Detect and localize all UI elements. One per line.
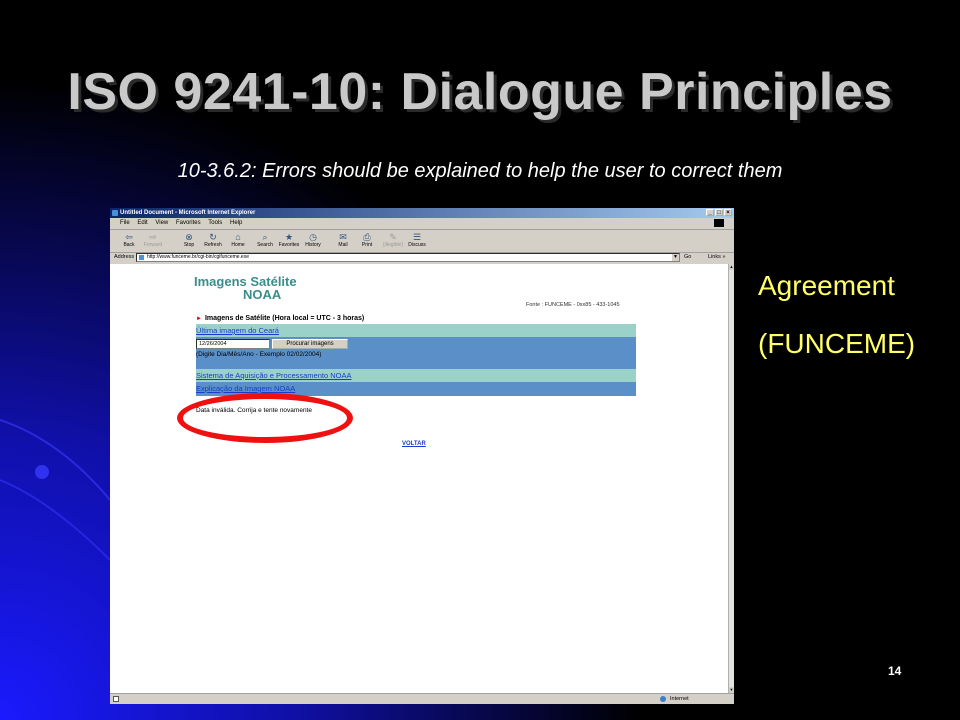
- scroll-up-icon[interactable]: ▲: [729, 264, 734, 270]
- toolbar-button-favorites[interactable]: ★ Favorites: [278, 232, 300, 251]
- section-heading-text: Imagens de Satélite (Hora local = UTC - …: [204, 315, 365, 322]
- close-button[interactable]: ×: [724, 209, 732, 216]
- page-content: Imagens Satélite NOAA Fonte : FUNCEME - …: [110, 264, 728, 693]
- toolbar-button-label: History: [305, 242, 321, 248]
- section-heading: ► Imagens de Satélite (Hora local = UTC -…: [196, 315, 364, 322]
- date-hint: (Digite Dia/Mês/Ano - Exemplo 02/02/2004…: [196, 351, 322, 358]
- mail-icon: ✉: [339, 232, 347, 242]
- address-url: http://www.funceme.br/cgi-bin/cgifunceme…: [147, 254, 249, 260]
- toolbar-button-label: Search: [257, 242, 273, 248]
- page-title-noaa: NOAA: [243, 287, 282, 302]
- slide-subtitle: 10-3.6.2: Errors should be explained to …: [177, 160, 783, 182]
- favorites-icon: ★: [284, 232, 294, 242]
- row-system: Sistema de Aquisição e Processamento NOA…: [196, 369, 636, 382]
- maximize-button[interactable]: □: [715, 209, 723, 216]
- back-arrow-icon: ⇦: [125, 232, 133, 242]
- toolbar-button-[illegible][interactable]: ✎ [illegible]: [382, 232, 404, 251]
- links-button[interactable]: Links »: [708, 252, 725, 263]
- error-highlight-oval: [177, 393, 353, 443]
- windows-logo-icon: [714, 219, 724, 227]
- toolbar-button-forward[interactable]: ⇨ Forward: [142, 232, 164, 251]
- go-button[interactable]: Go: [684, 252, 691, 263]
- toolbar: ⇦ Back ⇨ Forward ⊗ Stop ↻ Refresh ⌂ Home ⌕ Search ★ F…: [110, 230, 734, 253]
- row-date-search: 12/26/2004 Procurar imagens (Digite Dia/…: [196, 337, 636, 369]
- address-bar: Address http://www.funceme.br/cgi-bin/cg…: [110, 252, 734, 263]
- toolbar-button-print[interactable]: ⎙ Print: [356, 232, 378, 251]
- address-input[interactable]: http://www.funceme.br/cgi-bin/cgifunceme…: [136, 253, 680, 262]
- search-icon: ⌕: [262, 232, 268, 242]
- history-icon: ◷: [309, 232, 317, 242]
- zone-label: Internet: [670, 696, 689, 702]
- toolbar-button-label: Mail: [338, 242, 348, 248]
- toolbar-button-stop[interactable]: ⊗ Stop: [178, 232, 200, 251]
- side-note-funceme: (FUNCEME): [758, 328, 916, 359]
- menu-bar: File Edit View Favorites Tools Help: [110, 218, 734, 230]
- page-status-icon: [113, 696, 119, 702]
- toolbar-button-label: [illegible]: [383, 242, 403, 248]
- title-bar: Untitled Document - Microsoft Internet E…: [110, 208, 734, 218]
- toolbar-button-label: Home: [231, 242, 245, 248]
- toolbar-button-label: Forward: [143, 242, 163, 248]
- explanation-link[interactable]: Explicação da Imagem NOAA: [196, 384, 295, 393]
- menu-help[interactable]: Help: [230, 220, 242, 226]
- edit-icon: ✎: [389, 232, 397, 242]
- menu-file[interactable]: File: [120, 220, 130, 226]
- side-note-agreement: Agreement: [758, 270, 895, 301]
- toolbar-button-mail[interactable]: ✉ Mail: [332, 232, 354, 251]
- page-icon: [139, 255, 144, 260]
- source-info: Fonte : FUNCEME - 0xx85 - 433-1045: [526, 302, 620, 308]
- menu-edit[interactable]: Edit: [137, 220, 147, 226]
- internet-zone-icon: [660, 696, 666, 702]
- toolbar-button-history[interactable]: ◷ History: [302, 232, 324, 251]
- bullet-arrow-icon: ►: [196, 316, 202, 322]
- refresh-icon: ↻: [209, 232, 217, 242]
- menu-favorites[interactable]: Favorites: [176, 220, 201, 226]
- search-images-button[interactable]: Procurar imagens: [272, 339, 348, 349]
- ie-icon: [112, 210, 118, 216]
- stop-icon: ⊗: [185, 232, 193, 242]
- toolbar-button-back[interactable]: ⇦ Back: [118, 232, 140, 251]
- toolbar-button-refresh[interactable]: ↻ Refresh: [202, 232, 224, 251]
- window-title: Untitled Document - Microsoft Internet E…: [120, 210, 256, 216]
- menu-tools[interactable]: Tools: [208, 220, 222, 226]
- discuss-icon: ☰: [412, 232, 422, 242]
- date-input[interactable]: 12/26/2004: [196, 339, 270, 349]
- address-label: Address: [114, 254, 135, 260]
- toolbar-button-label: Back: [123, 242, 135, 248]
- print-icon: ⎙: [363, 232, 371, 242]
- toolbar-button-discuss[interactable]: ☰ Discuss: [406, 232, 428, 251]
- latest-image-link[interactable]: Última imagem do Ceará: [196, 326, 279, 335]
- system-link[interactable]: Sistema de Aquisição e Processamento NOA…: [196, 371, 352, 380]
- forward-arrow-icon: ⇨: [149, 232, 157, 242]
- toolbar-button-label: Discuss: [408, 242, 426, 248]
- menu-view[interactable]: View: [155, 220, 168, 226]
- toolbar-button-label: Print: [361, 242, 373, 248]
- slide-number: 14: [888, 664, 902, 678]
- toolbar-button-label: Refresh: [204, 242, 222, 248]
- address-dropdown-icon[interactable]: ▼: [672, 254, 679, 261]
- back-link[interactable]: VOLTAR: [402, 441, 426, 447]
- status-bar: Internet: [110, 693, 734, 704]
- vertical-scrollbar[interactable]: ▲ ▼: [728, 264, 734, 693]
- browser-window: Untitled Document - Microsoft Internet E…: [110, 208, 734, 704]
- toolbar-button-home[interactable]: ⌂ Home: [227, 232, 249, 251]
- toolbar-button-label: Favorites: [278, 242, 300, 248]
- row-latest-image: Última imagem do Ceará: [196, 324, 636, 337]
- toolbar-button-search[interactable]: ⌕ Search: [254, 232, 276, 251]
- toolbar-button-label: Stop: [183, 242, 195, 248]
- slide-title: ISO 9241-10: Dialogue Principles: [67, 63, 893, 121]
- home-icon: ⌂: [235, 232, 241, 242]
- minimize-button[interactable]: _: [706, 209, 714, 216]
